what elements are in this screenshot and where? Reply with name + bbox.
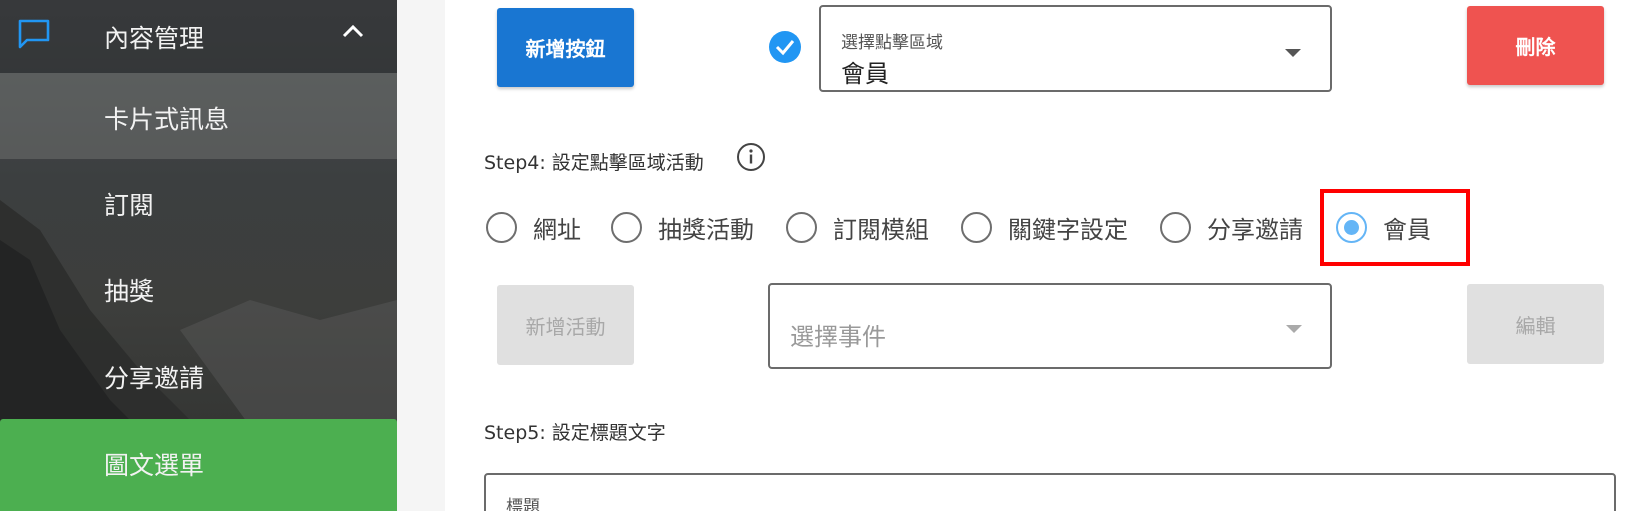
radio-button[interactable] [786, 211, 817, 243]
event-select-placeholder: 選擇事件 [790, 323, 886, 351]
radio-label: 訂閱模組 [833, 215, 929, 244]
title-field[interactable]: 標題 [484, 473, 1616, 511]
radio-button[interactable] [961, 211, 992, 243]
radio-label: 關鍵字設定 [1008, 215, 1128, 244]
radio-label: 網址 [533, 215, 581, 244]
radio-label: 分享邀請 [1207, 215, 1303, 244]
delete-button[interactable]: 刪除 [1467, 6, 1604, 85]
add-activity-button[interactable]: 新增活動 [497, 285, 634, 365]
radio-button[interactable] [611, 211, 642, 243]
chat-bubble-icon [18, 19, 50, 49]
sidebar-item-label: 卡片式訊息 [104, 105, 230, 134]
event-select[interactable]: 選擇事件 [768, 283, 1332, 369]
sidebar-header-label: 內容管理 [104, 24, 205, 53]
sidebar-item-card-message[interactable]: 卡片式訊息 [0, 73, 397, 159]
chevron-up-icon[interactable] [342, 22, 364, 40]
add-button-button[interactable]: 新增按鈕 [497, 8, 634, 87]
radio-option-url[interactable]: 網址 [486, 210, 581, 244]
click-area-select-label: 選擇點擊區域 [841, 33, 943, 53]
sidebar-item-lottery[interactable]: 抽獎 [0, 245, 397, 331]
dropdown-caret-icon [1286, 325, 1302, 333]
step5-title: Step5: 設定標題文字 [484, 422, 666, 444]
sidebar-header-content-management[interactable]: 內容管理 [0, 0, 397, 73]
dropdown-caret-icon [1285, 49, 1301, 57]
radio-option-lottery-activity[interactable]: 抽獎活動 [611, 210, 754, 244]
info-icon[interactable] [736, 142, 766, 172]
click-area-select-value: 會員 [841, 60, 889, 88]
sidebar-item-subscribe[interactable]: 訂閱 [0, 159, 397, 245]
sidebar-item-label: 分享邀請 [104, 364, 205, 393]
highlight-box [1320, 189, 1470, 266]
radio-label: 抽獎活動 [658, 215, 754, 244]
sidebar-item-label: 圖文選單 [104, 451, 205, 480]
click-area-select[interactable]: 選擇點擊區域 會員 [819, 5, 1332, 92]
sidebar-item-label: 抽獎 [104, 277, 155, 306]
step4-title: Step4: 設定點擊區域活動 [484, 152, 704, 174]
radio-option-subscribe-module[interactable]: 訂閱模組 [786, 210, 929, 244]
sidebar: 內容管理 卡片式訊息 訂閱 抽獎 分享邀請 圖文選單 [0, 0, 397, 511]
sidebar-item-label: 訂閱 [104, 191, 155, 220]
radio-option-keyword-settings[interactable]: 關鍵字設定 [961, 210, 1128, 244]
radio-button[interactable] [486, 211, 517, 243]
sidebar-item-rich-menu[interactable]: 圖文選單 [0, 419, 397, 511]
sidebar-item-share-invite[interactable]: 分享邀請 [0, 332, 397, 418]
check-circle-icon [769, 31, 801, 63]
edit-button[interactable]: 編輯 [1467, 284, 1604, 364]
title-field-label: 標題 [506, 497, 540, 511]
radio-button[interactable] [1160, 211, 1191, 243]
radio-option-share-invite[interactable]: 分享邀請 [1160, 210, 1303, 244]
